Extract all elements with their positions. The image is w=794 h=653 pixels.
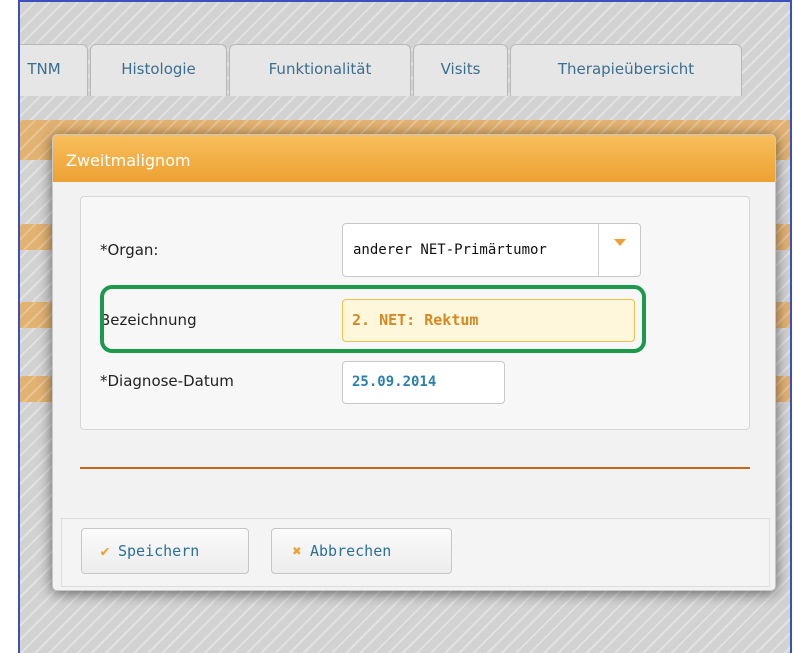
highlight-box [100, 285, 646, 353]
divider [80, 467, 750, 469]
dialog-title: Zweitmalignom [53, 135, 775, 182]
organ-select-value: anderer NET-Primärtumor [353, 242, 547, 258]
x-icon: ✖ [292, 542, 302, 560]
checkmark-icon: ✔ [100, 542, 110, 560]
chevron-down-icon [614, 239, 626, 246]
organ-select[interactable]: anderer NET-Primärtumor [342, 223, 641, 277]
organ-label: *Organ: [100, 241, 159, 259]
tab-tnm[interactable]: TNM [20, 44, 88, 96]
tab-histologie[interactable]: Histologie [90, 44, 227, 96]
tab-visits[interactable]: Visits [413, 44, 508, 96]
tab-therapieuebersicht[interactable]: Therapieübersicht [510, 44, 742, 96]
tab-funktionalitaet[interactable]: Funktionalität [229, 44, 411, 96]
diagnose-datum-label: *Diagnose-Datum [100, 372, 234, 390]
cancel-button-label: Abbrechen [310, 542, 392, 560]
save-button[interactable]: ✔ Speichern [81, 528, 249, 574]
save-button-label: Speichern [118, 542, 200, 560]
cancel-button[interactable]: ✖ Abbrechen [271, 528, 452, 574]
diagnose-datum-input[interactable]: 25.09.2014 [342, 361, 505, 404]
zweitmalignom-dialog: Zweitmalignom *Organ: anderer NET-Primär… [52, 134, 776, 591]
organ-dropdown-button[interactable] [598, 224, 640, 276]
